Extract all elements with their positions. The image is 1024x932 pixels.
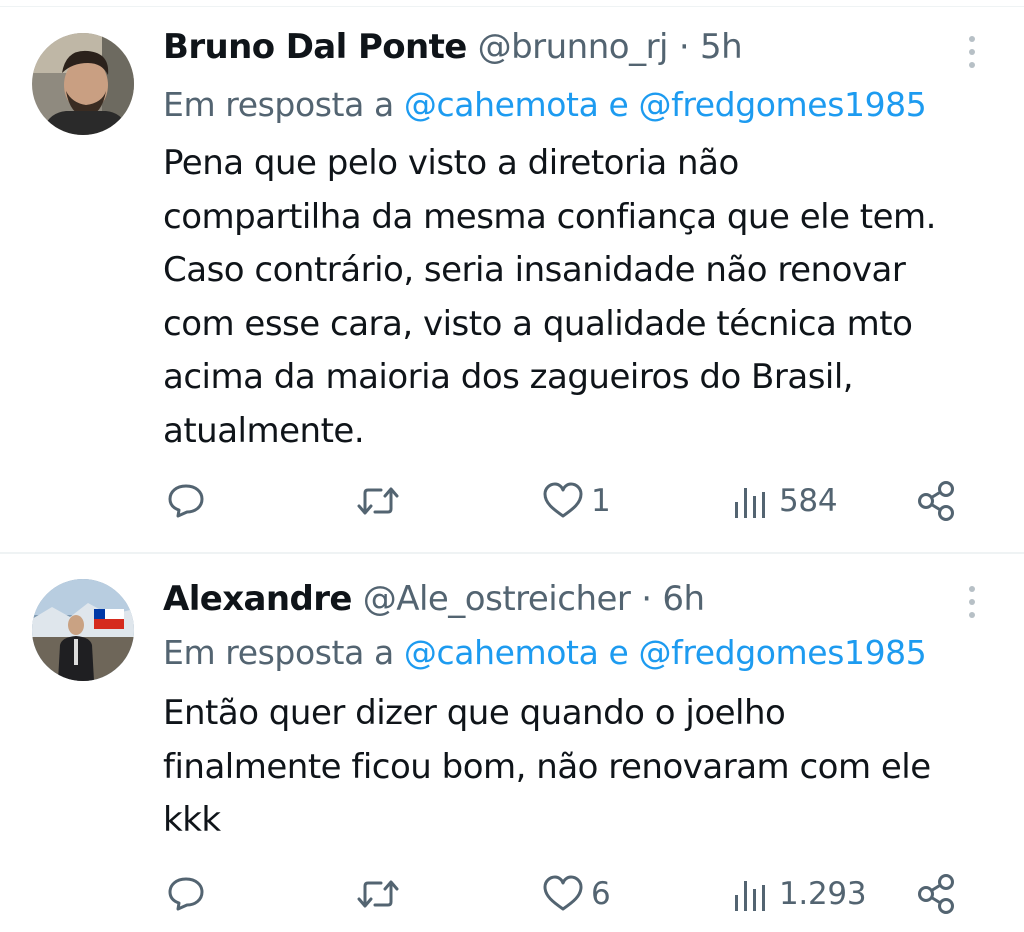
more-icon[interactable] [962, 584, 982, 620]
view-count: 584 [779, 483, 838, 519]
display-name[interactable]: Alexandre [163, 579, 352, 619]
reply-prefix: Em resposta a [163, 633, 394, 672]
retweet-button[interactable] [356, 476, 400, 526]
timestamp[interactable]: 5h [700, 27, 743, 67]
share-icon [918, 874, 954, 914]
more-icon[interactable] [962, 34, 982, 70]
dot-separator: · [678, 27, 690, 67]
reply-joiner: e [608, 85, 629, 124]
reply-icon [168, 877, 204, 911]
mention-link[interactable]: @fredgomes1985 [639, 85, 927, 124]
user-handle[interactable]: @brunno_rj [478, 27, 669, 67]
text-line: com esse cara, visto a qualidade técnica… [163, 303, 913, 344]
avatar[interactable] [32, 579, 134, 681]
mention-link[interactable]: @cahemota [404, 633, 599, 672]
reply-context: Em resposta a @cahemota e @fredgomes1985 [163, 630, 927, 676]
mention-link[interactable]: @cahemota [404, 85, 599, 124]
tweet[interactable]: Bruno Dal Ponte @brunno_rj · 5h Em respo… [0, 0, 1024, 552]
reply-button[interactable] [165, 869, 207, 919]
user-handle[interactable]: @Ale_ostreicher [363, 579, 631, 619]
tweet[interactable]: Alexandre @Ale_ostreicher · 6h Em respos… [0, 554, 1024, 932]
retweet-icon [357, 487, 399, 515]
text-line: kkk [163, 800, 221, 840]
views-button[interactable]: 584 [731, 476, 838, 526]
like-count: 6 [591, 876, 611, 912]
share-button[interactable] [915, 476, 959, 526]
tweet-text: Pena que pelo visto a diretoria não comp… [163, 137, 1003, 458]
tweet-header: Alexandre @Ale_ostreicher · 6h [163, 576, 705, 622]
views-icon [735, 881, 765, 911]
reply-joiner: e [608, 633, 629, 672]
text-line: compartilha da mesma confiança que ele t… [163, 196, 936, 237]
display-name[interactable]: Bruno Dal Ponte [163, 27, 467, 67]
text-line: Pena que pelo visto a diretoria não [163, 143, 739, 183]
reply-context: Em resposta a @cahemota e @fredgomes1985 [163, 82, 927, 128]
retweet-icon [357, 880, 399, 908]
text-line: Caso contrário, seria insanidade não ren… [163, 250, 906, 290]
dot-separator: · [641, 579, 652, 619]
like-button[interactable]: 1 [541, 476, 611, 526]
action-bar: 1 584 [0, 476, 1024, 526]
mention-link[interactable]: @fredgomes1985 [639, 633, 927, 672]
heart-icon [543, 875, 583, 911]
text-line: atualmente. [163, 410, 365, 451]
avatar[interactable] [32, 33, 134, 135]
action-bar: 6 1.293 [0, 869, 1024, 919]
heart-icon [543, 482, 583, 518]
views-button[interactable]: 1.293 [731, 869, 867, 919]
view-count: 1.293 [779, 876, 867, 912]
share-icon [918, 481, 954, 521]
like-count: 1 [591, 483, 611, 519]
tweet-text: Então quer dizer que quando o joelho fin… [163, 687, 1003, 848]
reply-prefix: Em resposta a [163, 85, 394, 124]
reply-icon [168, 484, 204, 518]
text-line: acima da maioria dos zagueiros do Brasil… [163, 357, 854, 397]
text-line: finalmente ficou bom, não renovaram com … [163, 746, 931, 787]
timestamp[interactable]: 6h [662, 579, 705, 619]
reply-button[interactable] [165, 476, 207, 526]
text-line: Então quer dizer que quando o joelho [163, 693, 786, 733]
like-button[interactable]: 6 [541, 869, 611, 919]
retweet-button[interactable] [356, 869, 400, 919]
views-icon [735, 488, 765, 518]
share-button[interactable] [915, 869, 959, 919]
tweet-header: Bruno Dal Ponte @brunno_rj · 5h [163, 24, 743, 70]
